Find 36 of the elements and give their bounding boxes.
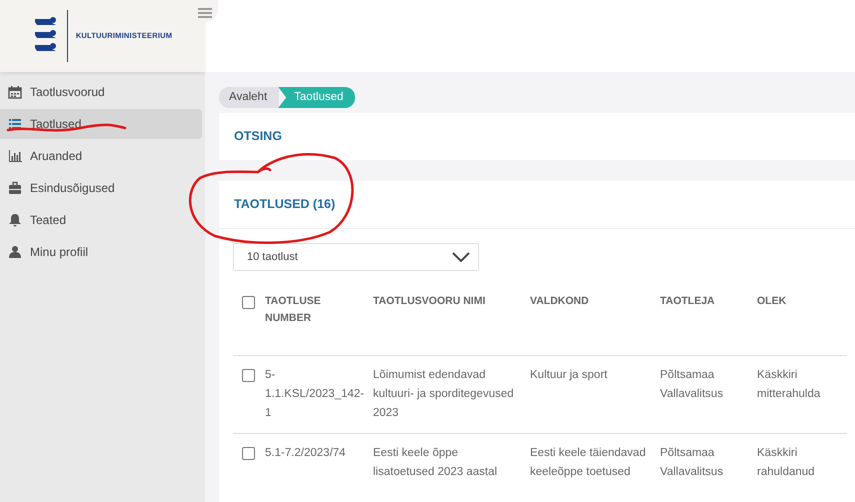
table-cell: Lõimumist edendavad kultuuri- ja sporditegevused 2023 xyxy=(373,368,514,418)
bar-chart-icon xyxy=(8,149,22,163)
sidebar-item[interactable]: Teated xyxy=(0,205,202,235)
breadcrumb-link[interactable]: Avaleht xyxy=(219,87,280,108)
sidebar-item[interactable]: Aruanded xyxy=(0,141,202,171)
menu-icon xyxy=(198,6,212,19)
bell-icon xyxy=(8,213,22,227)
checkbox[interactable] xyxy=(242,296,255,309)
page-size-select[interactable]: 10 taotlust xyxy=(233,243,479,271)
panel-title: TAOTLUSED (16) xyxy=(233,196,336,214)
sidebar-item[interactable]: Esindusõigused xyxy=(0,173,202,203)
table-cell: Käskkiri mitterahulda xyxy=(757,368,820,400)
table-cell: Käskkiri rahuldanud xyxy=(757,446,815,478)
panel-title: OTSING xyxy=(233,128,283,146)
table-cell: Kultuur ja sport xyxy=(530,368,608,380)
calendar-icon xyxy=(8,85,22,99)
table-cell: Eesti keele õppe lisatoetused 2023 aastal xyxy=(373,446,498,478)
briefcase-icon xyxy=(8,181,22,195)
table-cell: Põltsamaa Vallavalitsus xyxy=(660,368,724,400)
user-icon xyxy=(8,245,22,259)
sidebar-item[interactable]: Taotlused xyxy=(0,109,202,139)
table-cell: Eesti keele täiendavad keeleõppe toetused xyxy=(530,446,646,478)
column-header: VALDKOND xyxy=(530,295,589,307)
chevron-down-icon xyxy=(452,252,470,262)
column-header: OLEK xyxy=(757,295,786,307)
column-header: TAOTLUSVOORU NIMI xyxy=(373,295,486,307)
checkbox[interactable] xyxy=(242,446,255,460)
table-cell: 5-1.1.KSL/2023_142-1 xyxy=(265,368,364,418)
column-header: TAOTLUSE NUMBER xyxy=(265,295,321,324)
column-header: TAOTLEJA xyxy=(660,295,715,307)
sidebar-item[interactable]: Taotlusvoorud xyxy=(0,77,202,107)
checkbox[interactable] xyxy=(242,368,255,382)
table-cell: 5.1-7.2/2023/74 xyxy=(265,446,346,458)
table-cell: Põltsamaa Vallavalitsus xyxy=(660,446,724,478)
list-icon xyxy=(8,117,22,131)
sidebar-item[interactable]: Minu profiil xyxy=(0,237,202,267)
